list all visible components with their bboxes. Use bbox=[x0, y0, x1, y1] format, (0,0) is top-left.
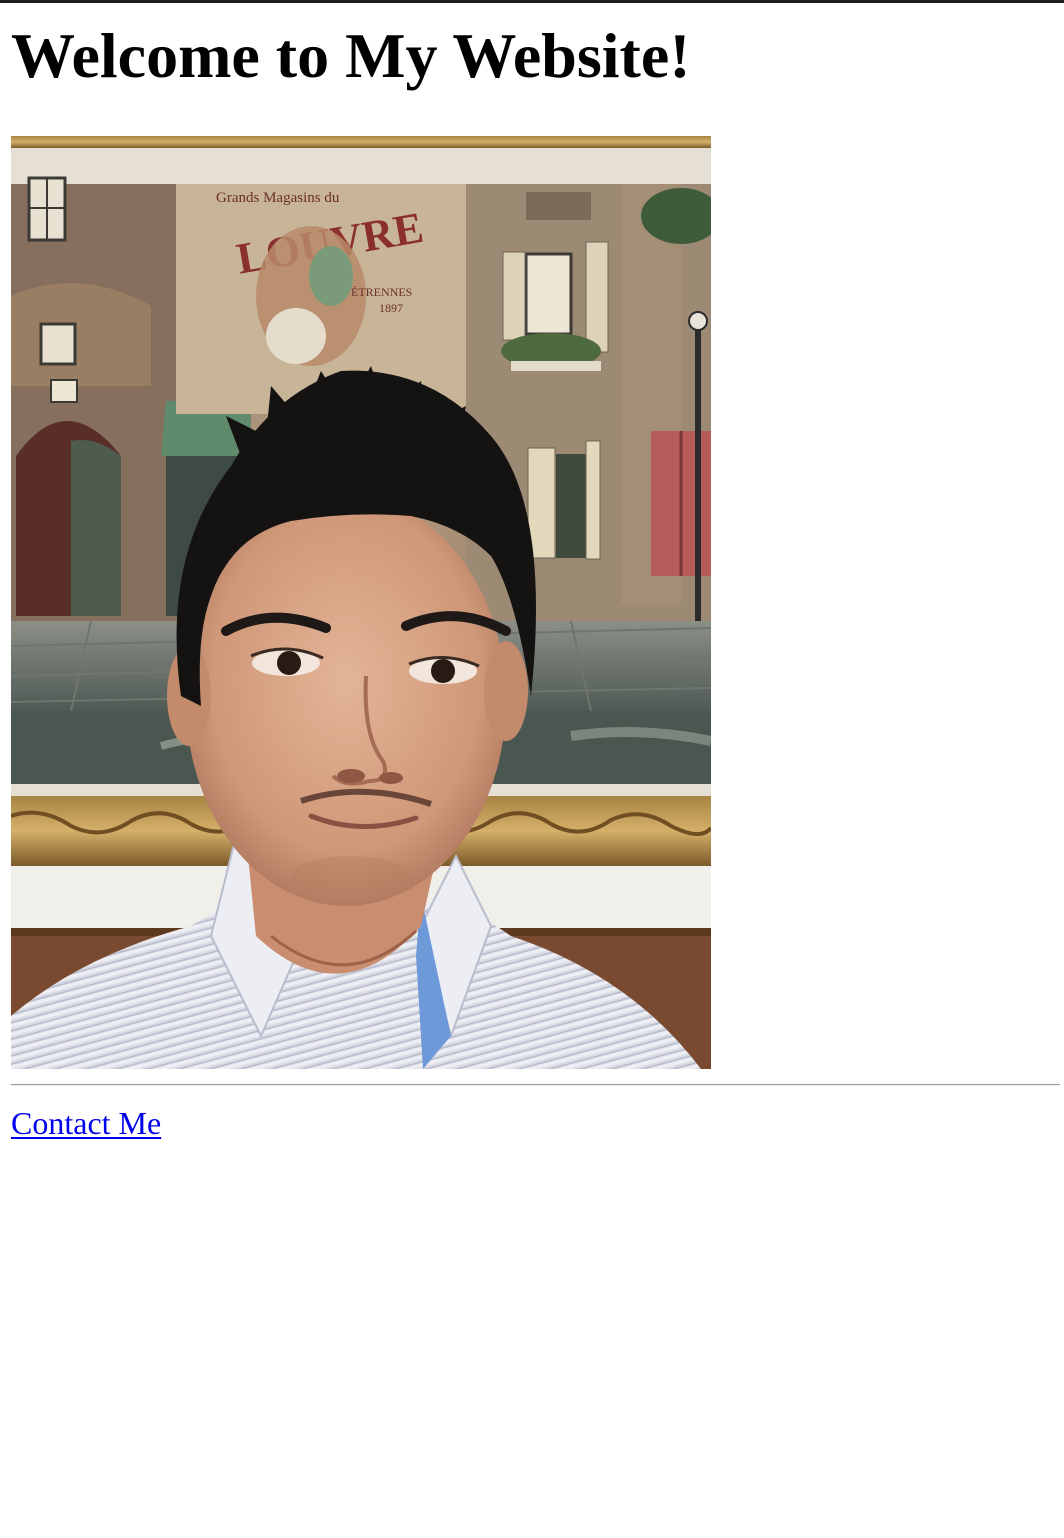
horizontal-divider bbox=[11, 1084, 1060, 1086]
contact-me-link[interactable]: Contact Me bbox=[11, 1104, 161, 1142]
painting-text-3: ÉTRENNES bbox=[351, 285, 412, 299]
painting-text-1: Grands Magasins du bbox=[216, 190, 340, 206]
painting-text-4: 1897 bbox=[379, 301, 403, 315]
page-title: Welcome to My Website! bbox=[11, 20, 691, 91]
profile-photo-illustration: Grands Magasins du LOUVRE ÉTRENNES 1897 bbox=[11, 136, 711, 1069]
window-top-border bbox=[0, 0, 1064, 3]
profile-photo: Grands Magasins du LOUVRE ÉTRENNES 1897 bbox=[11, 136, 711, 1069]
